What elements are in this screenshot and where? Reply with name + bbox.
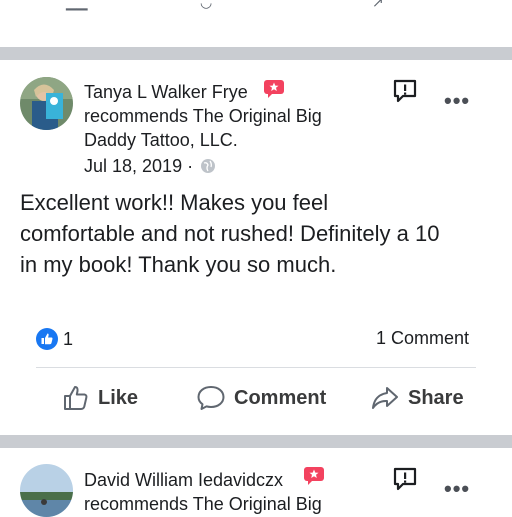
recommend-badge-icon [264,80,284,98]
recommends-line-1[interactable]: recommends The Original Big [84,104,322,128]
feed-divider-top [0,47,512,60]
share-arrow-icon [372,387,398,409]
comment-count[interactable]: 1 Comment [376,328,469,349]
author-name-2[interactable]: David William Iedavidczx [84,468,283,492]
previous-comment-icon[interactable]: ◡ [200,0,212,11]
recommends-line-2[interactable]: Daddy Tattoo, LLC. [84,128,238,152]
report-flag-icon-2[interactable] [392,466,418,492]
reaction-count[interactable]: 1 [63,329,73,350]
previous-share-icon[interactable]: ↗ [372,0,384,11]
share-button[interactable]: Share [370,380,464,416]
recommend-badge-icon-2 [304,467,324,485]
like-label: Like [98,386,139,409]
feed-divider-bottom [0,435,512,448]
comment-label: Comment [234,386,327,409]
thumbs-up-icon [64,386,88,410]
avatar-2[interactable] [20,464,73,517]
post-date-text: Jul 18, 2019 · [84,156,194,176]
recommends-line-2-1[interactable]: recommends The Original Big [84,492,322,516]
post-body-line-1: Excellent work!! Makes you feel [20,190,329,215]
post-date[interactable]: Jul 18, 2019 · [84,155,216,177]
author-name[interactable]: Tanya L Walker Frye [84,80,248,104]
share-label: Share [408,386,464,409]
action-separator [36,367,476,368]
like-reaction-icon[interactable] [36,328,58,350]
globe-icon [201,159,216,173]
comment-button[interactable]: Comment [196,380,326,416]
comment-bubble-icon [197,386,225,410]
post-body-line-3: in my book! Thank you so much. [20,252,337,277]
post-body: Excellent work!! Makes you feel comforta… [20,187,490,280]
report-flag-icon[interactable] [392,78,418,104]
previous-like-icon[interactable]: ▁▁ [66,0,88,11]
avatar[interactable] [20,77,73,130]
more-options-icon-2[interactable]: ••• [444,476,470,502]
post-body-line-2: comfortable and not rushed! Definitely a… [20,221,440,246]
like-button[interactable]: Like [62,380,138,416]
more-options-icon[interactable]: ••• [444,88,470,114]
